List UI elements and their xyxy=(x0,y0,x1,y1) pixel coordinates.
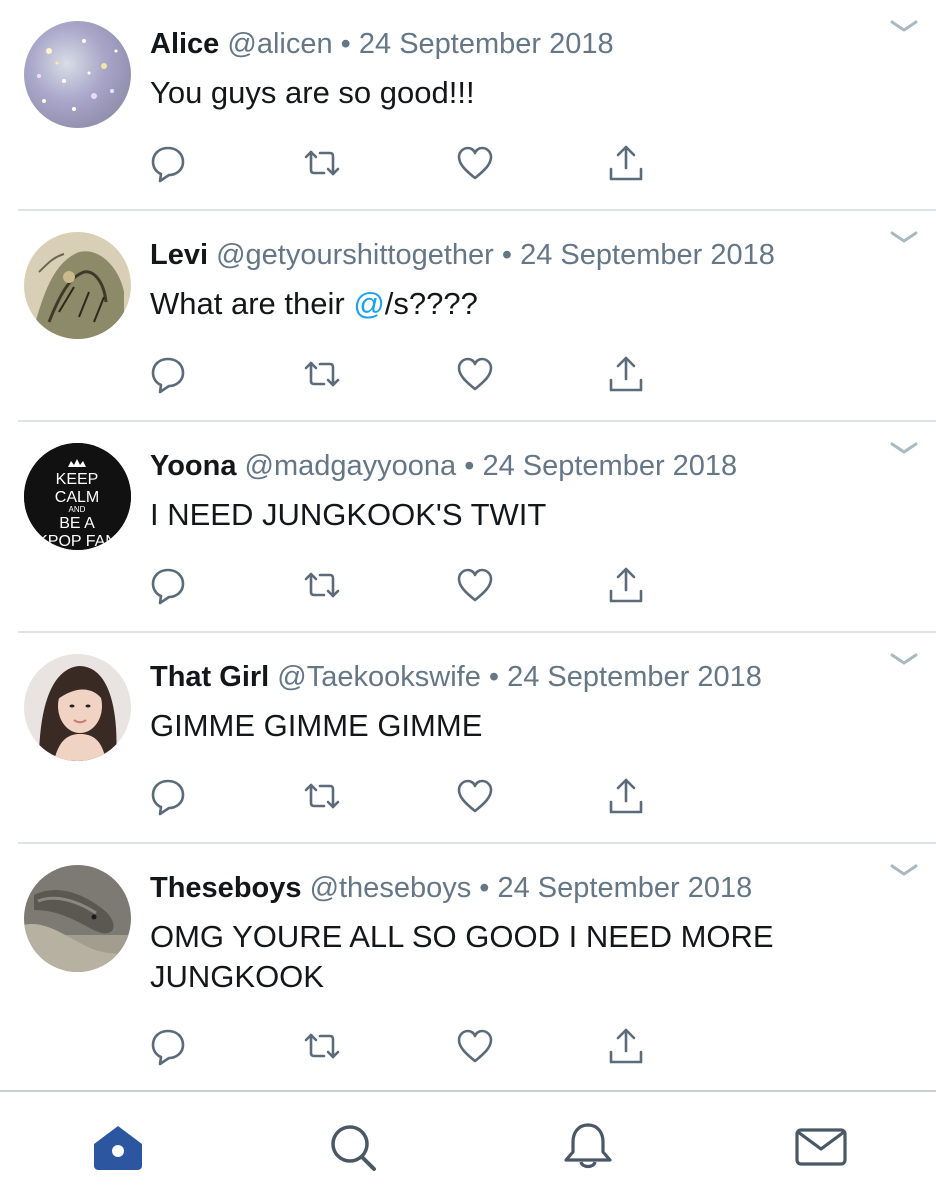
retweet-icon[interactable] xyxy=(302,1026,342,1066)
tweet-actions xyxy=(0,776,936,816)
retweet-icon[interactable] xyxy=(302,776,342,816)
tweet-text-part: I NEED JUNGKOOK'S TWIT xyxy=(150,497,547,532)
bottom-tab-bar xyxy=(0,1090,936,1200)
timeline: Alice @alicen • 24 September 2018 You gu… xyxy=(0,0,936,1090)
tweet-text: What are their @/s???? xyxy=(150,284,870,324)
tweet-header: Yoona @madgayyoona • 24 September 2018 xyxy=(150,448,737,484)
share-icon[interactable] xyxy=(606,565,646,605)
tweet[interactable]: That Girl @Taekookswife • 24 September 2… xyxy=(0,633,936,844)
tweet-date[interactable]: 24 September 2018 xyxy=(520,239,775,271)
chevron-down-icon[interactable] xyxy=(889,18,919,36)
tweet-text-part: GIMME GIMME GIMME xyxy=(150,708,483,743)
tweet-text: OMG YOURE ALL SO GOOD I NEED MORE JUNGKO… xyxy=(150,917,870,997)
home-icon[interactable] xyxy=(90,1122,146,1172)
tweet-header: Theseboys @theseboys • 24 September 2018 xyxy=(150,870,752,906)
tweet-text-part: What are their xyxy=(150,286,354,321)
user-handle[interactable]: @Taekookswife xyxy=(277,661,481,693)
tweet-date[interactable]: 24 September 2018 xyxy=(482,450,737,482)
display-name[interactable]: Theseboys xyxy=(150,872,302,904)
share-icon[interactable] xyxy=(606,354,646,394)
separator-dot: • xyxy=(464,450,475,482)
keep-calm-avatar-icon: KEEP CALM AND BE A KPOP FAN xyxy=(24,443,131,550)
tweet[interactable]: Alice @alicen • 24 September 2018 You gu… xyxy=(0,0,936,211)
retweet-icon[interactable] xyxy=(302,143,342,183)
display-name[interactable]: Yoona xyxy=(150,450,236,482)
avatar-text: AND xyxy=(69,505,86,514)
avatar[interactable] xyxy=(24,21,131,128)
reply-icon[interactable] xyxy=(148,1026,188,1066)
portrait-avatar-icon xyxy=(24,654,131,761)
user-handle[interactable]: @alicen xyxy=(227,28,332,60)
tweet-text: GIMME GIMME GIMME xyxy=(150,706,870,746)
tweet[interactable]: Levi @getyourshittogether • 24 September… xyxy=(0,211,936,422)
mention-link[interactable]: @ xyxy=(353,286,384,321)
share-icon[interactable] xyxy=(606,1026,646,1066)
separator-dot: • xyxy=(501,239,513,271)
retweet-icon[interactable] xyxy=(302,354,342,394)
like-icon[interactable] xyxy=(455,565,495,605)
like-icon[interactable] xyxy=(455,143,495,183)
chevron-down-icon[interactable] xyxy=(889,862,919,880)
tweet-actions xyxy=(0,1026,936,1066)
user-handle[interactable]: @madgayyoona xyxy=(245,450,457,482)
chevron-down-icon[interactable] xyxy=(889,229,919,247)
avatar-text: KPOP FAN xyxy=(37,533,117,550)
share-icon[interactable] xyxy=(606,776,646,816)
tweet[interactable]: Theseboys @theseboys • 24 September 2018… xyxy=(0,844,936,1090)
user-handle[interactable]: @theseboys xyxy=(310,872,472,904)
reply-icon[interactable] xyxy=(148,143,188,183)
user-handle[interactable]: @getyourshittogether xyxy=(216,239,494,271)
like-icon[interactable] xyxy=(455,1026,495,1066)
tweet-date[interactable]: 24 September 2018 xyxy=(497,872,752,904)
tweet-text-part: /s???? xyxy=(384,286,478,321)
avatar[interactable] xyxy=(24,865,131,972)
separator-dot: • xyxy=(479,872,490,904)
share-icon[interactable] xyxy=(606,143,646,183)
display-name[interactable]: Levi xyxy=(150,239,208,271)
tweet-text: I NEED JUNGKOOK'S TWIT xyxy=(150,495,870,535)
tweet-text-part: OMG YOURE ALL SO GOOD I NEED MORE JUNGKO… xyxy=(150,919,774,994)
avatar[interactable]: KEEP CALM AND BE A KPOP FAN xyxy=(24,443,131,550)
tweet-header: That Girl @Taekookswife • 24 September 2… xyxy=(150,659,762,695)
tweet-header: Alice @alicen • 24 September 2018 xyxy=(150,26,614,62)
tweet-text: You guys are so good!!! xyxy=(150,73,870,113)
display-name[interactable]: That Girl xyxy=(150,661,269,693)
like-icon[interactable] xyxy=(455,776,495,816)
avatar[interactable] xyxy=(24,232,131,339)
tweet-text-part: You guys are so good!!! xyxy=(150,75,475,110)
chevron-down-icon[interactable] xyxy=(889,440,919,458)
tweet-date[interactable]: 24 September 2018 xyxy=(507,661,762,693)
sketch-avatar-icon xyxy=(24,232,131,339)
tweet[interactable]: KEEP CALM AND BE A KPOP FAN Yoona @madga… xyxy=(0,422,936,633)
tweet-header: Levi @getyourshittogether • 24 September… xyxy=(150,237,775,273)
reply-icon[interactable] xyxy=(148,565,188,605)
display-name[interactable]: Alice xyxy=(150,28,219,60)
search-icon[interactable] xyxy=(326,1122,382,1172)
avatar-text: KEEP xyxy=(56,471,99,488)
avatar-text: BE A xyxy=(59,515,95,532)
retweet-icon[interactable] xyxy=(302,565,342,605)
tweet-date[interactable]: 24 September 2018 xyxy=(359,28,614,60)
messages-icon[interactable] xyxy=(793,1122,849,1172)
like-icon[interactable] xyxy=(455,354,495,394)
tweet-actions xyxy=(0,354,936,394)
chevron-down-icon[interactable] xyxy=(889,651,919,669)
reply-icon[interactable] xyxy=(148,776,188,816)
notifications-icon[interactable] xyxy=(560,1122,616,1172)
avatar-text: CALM xyxy=(55,489,99,506)
tweet-actions xyxy=(0,143,936,183)
tweet-actions xyxy=(0,565,936,605)
separator-dot: • xyxy=(488,661,500,693)
anteater-avatar-icon xyxy=(24,865,131,972)
separator-dot: • xyxy=(340,28,351,60)
reply-icon[interactable] xyxy=(148,354,188,394)
avatar[interactable] xyxy=(24,654,131,761)
glitter-avatar-icon xyxy=(24,21,131,128)
